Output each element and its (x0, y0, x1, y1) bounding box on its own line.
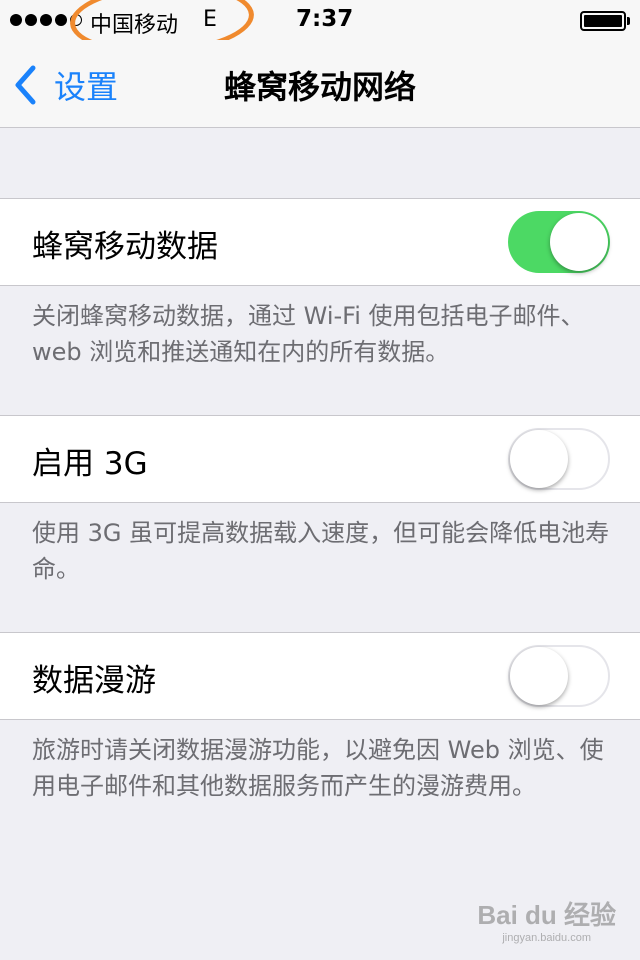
enable-3g-row: 启用 3G (0, 415, 640, 503)
toggle-knob (550, 213, 608, 271)
watermark-text: Bai du 经验 (477, 900, 616, 930)
enable-3g-toggle[interactable] (508, 428, 610, 490)
data-roaming-footnote: 旅游时请关闭数据漫游功能，以避免因 Web 浏览、使用电子邮件和其他数据服务而产… (32, 736, 604, 800)
toggle-knob (510, 647, 568, 705)
enable-3g-footnote: 使用 3G 虽可提高数据载入速度，但可能会降低电池寿命。 (32, 519, 610, 583)
data-roaming-toggle[interactable] (508, 645, 610, 707)
navigation-bar: 设置 蜂窝移动网络 (0, 40, 640, 128)
cellular-data-footnote: 关闭蜂窝移动数据，通过 Wi-Fi 使用包括电子邮件、web 浏览和推送通知在内… (32, 302, 585, 366)
cellular-data-toggle[interactable] (508, 211, 610, 273)
data-roaming-row: 数据漫游 (0, 632, 640, 720)
status-time: 7:37 (296, 6, 354, 32)
watermark-url: jingyan.baidu.com (502, 932, 591, 944)
enable-3g-label: 启用 3G (32, 446, 148, 482)
toggle-knob (510, 430, 568, 488)
data-roaming-label: 数据漫游 (32, 663, 156, 699)
watermark-logo: Bai du 经验 jingyan.baidu.com (477, 895, 616, 944)
cellular-data-row: 蜂窝移动数据 (0, 198, 640, 286)
cellular-data-label: 蜂窝移动数据 (32, 229, 218, 265)
battery-icon (580, 11, 630, 31)
page-title: 蜂窝移动网络 (223, 68, 416, 106)
